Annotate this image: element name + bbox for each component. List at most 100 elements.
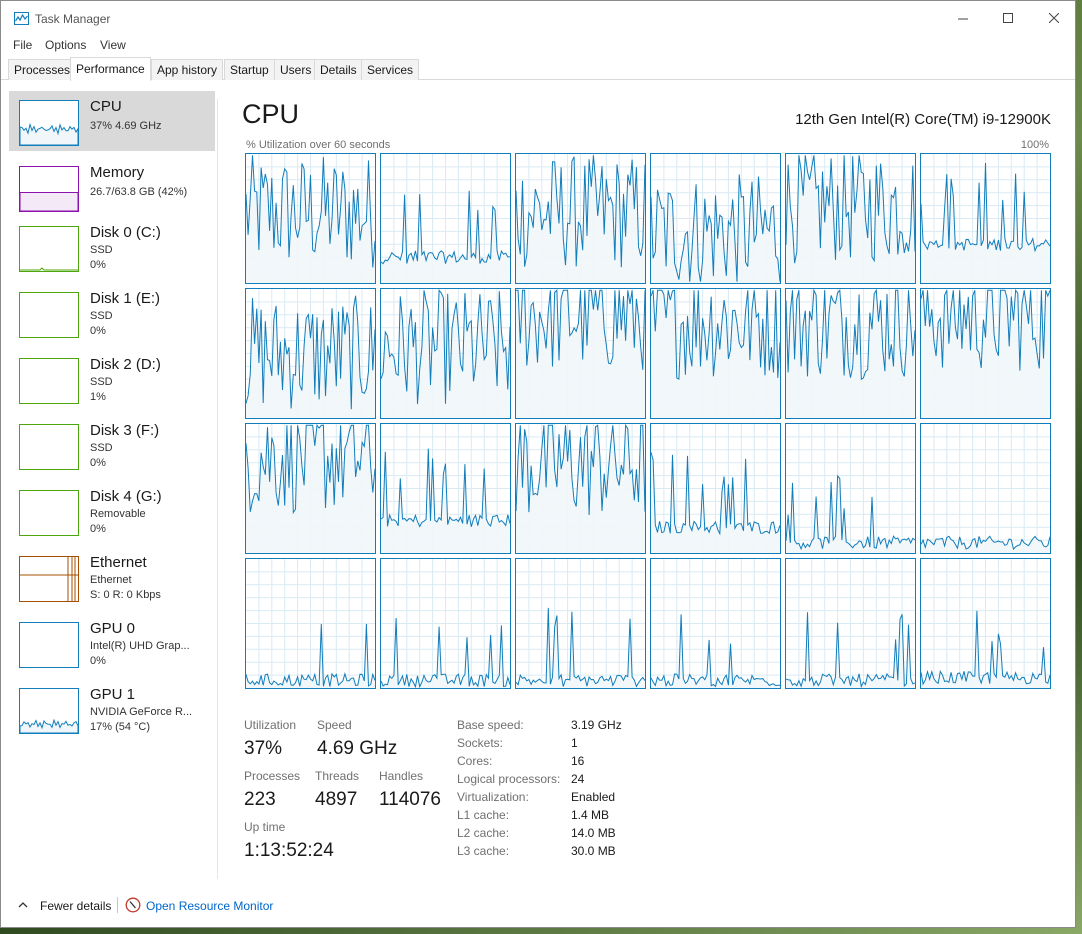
sidebar-item-disk-1-e[interactable]: Disk 1 (E:) SSD 0% — [9, 283, 215, 343]
handles-label: Handles — [379, 769, 424, 783]
window-title: Task Manager — [35, 12, 111, 26]
sidebar-item-detail: SSD — [90, 244, 113, 256]
sidebar-item-name: Disk 0 (C:) — [90, 224, 161, 241]
sidebar-item-value: S: 0 R: 0 Kbps — [90, 589, 161, 601]
sidebar-item-detail: 37% 4.69 GHz — [90, 120, 162, 132]
sidebar-item-name: Disk 1 (E:) — [90, 290, 161, 307]
sidebar-item-detail: SSD — [90, 310, 113, 322]
sidebar-item-name: Memory — [90, 164, 145, 181]
speed-value: 4.69 GHz — [317, 738, 398, 759]
cpu-core-graph-7 — [380, 288, 511, 419]
sidebar-item-disk-0-c[interactable]: Disk 0 (C:) SSD 0% — [9, 217, 215, 277]
spec-label: L2 cache: — [457, 826, 510, 840]
threads-value: 4897 — [315, 789, 358, 810]
spec-label: Sockets: — [457, 736, 504, 750]
sidebar-item-name: Ethernet — [90, 554, 147, 571]
utilization-label: Utilization — [244, 718, 297, 732]
sidebar-item-value: 0% — [90, 259, 106, 271]
graph-caption: % Utilization over 60 seconds — [246, 139, 391, 151]
cpu-core-graph-15 — [650, 423, 781, 554]
sidebar-item-ethernet[interactable]: Ethernet Ethernet S: 0 R: 0 Kbps — [9, 547, 215, 607]
tab-performance[interactable]: Performance — [70, 57, 151, 81]
footer-divider — [117, 897, 118, 913]
spec-value: 3.19 GHz — [571, 718, 622, 732]
uptime-value: 1:13:52:24 — [244, 840, 334, 861]
page-title: CPU — [242, 99, 300, 129]
cpu-core-graph-10 — [785, 288, 916, 419]
sidebar-thumbnail-graph — [19, 166, 79, 212]
threads-label: Threads — [315, 769, 360, 783]
tab-users[interactable]: Users — [274, 59, 318, 80]
cpu-core-graph-6 — [245, 288, 376, 419]
task-manager-app-icon — [14, 12, 29, 28]
spec-value: Enabled — [571, 790, 616, 804]
maximize-button[interactable] — [985, 1, 1031, 35]
sidebar-thumbnail-graph — [19, 622, 79, 668]
cpu-core-graph-20 — [515, 558, 646, 689]
cpu-core-graph-18 — [245, 558, 376, 689]
sidebar-item-disk-3-f[interactable]: Disk 3 (F:) SSD 0% — [9, 415, 215, 475]
sidebar-item-detail: 26.7/63.8 GB (42%) — [90, 186, 188, 198]
cpu-core-graph-12 — [245, 423, 376, 554]
sidebar-item-value: 0% — [90, 325, 106, 337]
cpu-core-graph-1 — [380, 153, 511, 284]
sidebar-item-detail: Ethernet — [90, 574, 132, 586]
resource-monitor-icon[interactable] — [125, 897, 141, 916]
sidebar-item-detail: Intel(R) UHD Grap... — [90, 640, 190, 652]
spec-value: 1.4 MB — [571, 808, 610, 822]
cpu-core-graph-8 — [515, 288, 646, 419]
cpu-core-graph-13 — [380, 423, 511, 554]
tab-startup[interactable]: Startup — [224, 59, 275, 80]
sidebar-item-gpu-1[interactable]: GPU 1 NVIDIA GeForce R... 17% (54 °C) — [9, 679, 215, 739]
spec-value: 24 — [571, 772, 585, 786]
menu-options[interactable]: Options — [45, 38, 86, 52]
cpu-core-graph-16 — [785, 423, 916, 554]
cpu-core-graph-3 — [650, 153, 781, 284]
sidebar-item-disk-2-d[interactable]: Disk 2 (D:) SSD 1% — [9, 349, 215, 409]
sidebar-thumbnail-graph — [19, 358, 79, 404]
sidebar-item-memory[interactable]: Memory 26.7/63.8 GB (42%) — [9, 157, 215, 217]
handles-value: 114076 — [379, 789, 441, 810]
cpu-core-graph-22 — [785, 558, 916, 689]
utilization-value: 37% — [244, 738, 283, 759]
menu-file[interactable]: File — [13, 38, 32, 52]
spec-value: 30.0 MB — [571, 844, 616, 858]
sidebar-thumbnail-graph — [19, 424, 79, 470]
minimize-button[interactable] — [940, 1, 986, 35]
logical-processor-graphs[interactable] — [245, 153, 1052, 693]
fewer-details-button[interactable]: Fewer details — [40, 899, 111, 913]
tab-services[interactable]: Services — [361, 59, 420, 80]
chevron-up-icon[interactable] — [17, 899, 29, 914]
close-button[interactable] — [1031, 1, 1075, 35]
spec-label: Cores: — [457, 754, 493, 768]
sidebar-item-cpu[interactable]: CPU 37% 4.69 GHz — [9, 91, 215, 151]
graph-max-label: 100% — [1020, 139, 1049, 151]
sidebar-item-value: 0% — [90, 523, 106, 535]
tab-details[interactable]: Details — [314, 59, 363, 80]
footer: Fewer details Open Resource Monitor — [1, 887, 1075, 925]
sidebar-thumbnail-graph — [19, 490, 79, 536]
sidebar-item-disk-4-g[interactable]: Disk 4 (G:) Removable 0% — [9, 481, 215, 541]
menu-view[interactable]: View — [100, 38, 126, 52]
cpu-core-graph-11 — [920, 288, 1051, 419]
tab-app-history[interactable]: App history — [151, 59, 224, 80]
sidebar-item-name: Disk 4 (G:) — [90, 488, 162, 505]
tab-processes[interactable]: Processes — [8, 59, 77, 80]
sidebar-item-name: Disk 2 (D:) — [90, 356, 161, 373]
spec-label: L1 cache: — [457, 808, 510, 822]
spec-value: 16 — [571, 754, 585, 768]
uptime-label: Up time — [244, 820, 286, 834]
sidebar-thumbnail-graph — [19, 292, 79, 338]
sidebar-item-gpu-0[interactable]: GPU 0 Intel(R) UHD Grap... 0% — [9, 613, 215, 673]
sidebar-item-detail: Removable — [90, 508, 146, 520]
sidebar-item-value: 0% — [90, 457, 106, 469]
sidebar-item-name: GPU 0 — [90, 620, 136, 637]
cpu-core-graph-9 — [650, 288, 781, 419]
resource-sidebar: CPU 37% 4.69 GHz Memory 26.7/63.8 GB (42%) D… — [9, 91, 215, 881]
speed-label: Speed — [317, 718, 352, 732]
processes-label: Processes — [244, 769, 301, 783]
open-resource-monitor-link[interactable]: Open Resource Monitor — [146, 899, 273, 913]
cpu-core-graph-21 — [650, 558, 781, 689]
cpu-model-name: 12th Gen Intel(R) Core(TM) i9-12900K — [795, 111, 1051, 128]
sidebar-item-detail: SSD — [90, 442, 113, 454]
